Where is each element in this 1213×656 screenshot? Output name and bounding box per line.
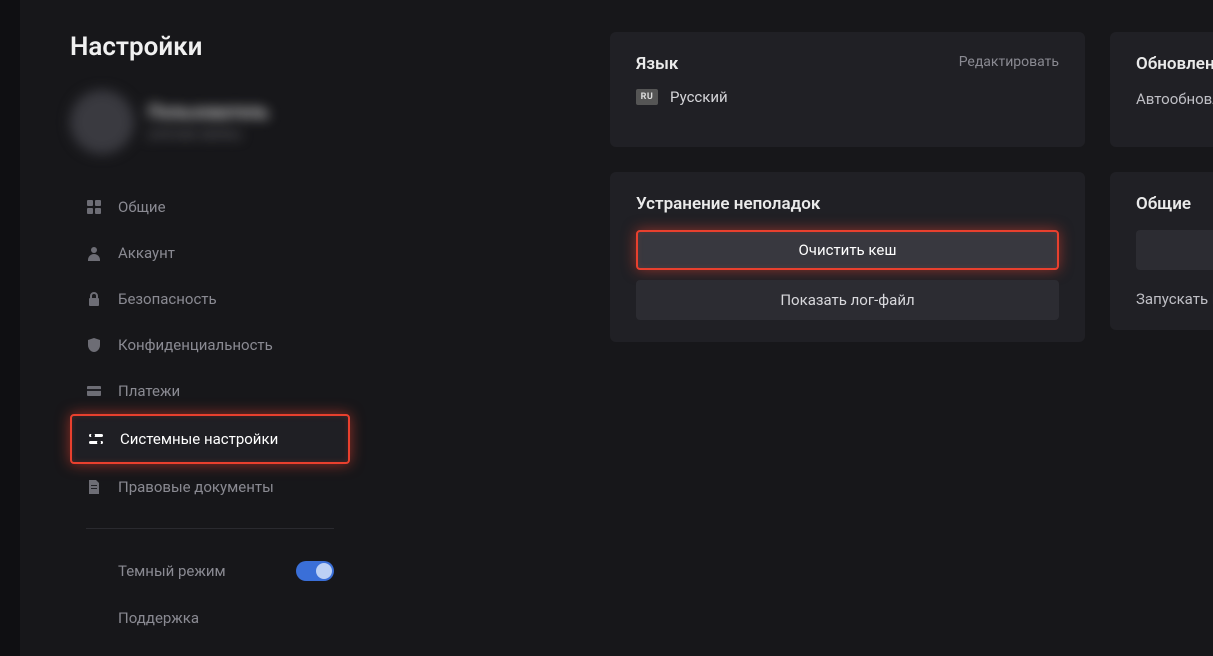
- sidebar-item-legal[interactable]: Правовые документы: [70, 464, 350, 510]
- sliders-icon: [88, 431, 104, 447]
- profile-name: Пользователь: [148, 102, 269, 123]
- card-language: Язык Редактировать RU Русский: [610, 32, 1085, 147]
- page-title: Настройки: [70, 32, 350, 62]
- support-label: Поддержка: [118, 609, 199, 627]
- profile-info: Пользователь учетная запись: [148, 102, 269, 142]
- sidebar-item-privacy[interactable]: Конфиденциальность: [70, 322, 350, 368]
- card-general-title: Общие: [1136, 194, 1213, 214]
- sidebar-item-label: Аккаунт: [118, 244, 175, 262]
- profile-block[interactable]: Пользователь учетная запись: [70, 90, 350, 154]
- clear-cache-button[interactable]: Очистить кеш: [636, 230, 1059, 270]
- general-input[interactable]: [1136, 230, 1213, 270]
- dark-mode-toggle[interactable]: [296, 561, 334, 581]
- card-update-title: Обновление: [1136, 54, 1213, 74]
- nav-divider: [86, 528, 334, 529]
- launch-label: Запускать Р: [1136, 290, 1213, 308]
- user-icon: [86, 245, 102, 261]
- card-update: Обновление Автообновление: [1110, 32, 1213, 147]
- card-icon: [86, 383, 102, 399]
- toggle-knob: [316, 563, 332, 579]
- sidebar-item-system-settings[interactable]: Системные настройки: [70, 414, 350, 464]
- moon-icon: [86, 563, 102, 579]
- card-troubleshoot: Устранение неполадок Очистить кеш Показа…: [610, 172, 1085, 342]
- language-value: Русский: [670, 88, 728, 106]
- card-language-title: Язык: [636, 54, 678, 74]
- settings-sidebar: Настройки Пользователь учетная запись Об…: [70, 32, 350, 641]
- sidebar-item-payments[interactable]: Платежи: [70, 368, 350, 414]
- sidebar-item-label: Конфиденциальность: [118, 336, 273, 354]
- sidebar-item-label: Безопасность: [118, 290, 217, 308]
- dark-mode-label: Темный режим: [118, 562, 226, 580]
- sidebar-item-label: Правовые документы: [118, 478, 274, 496]
- grid-icon: [86, 199, 102, 215]
- lock-icon: [86, 291, 102, 307]
- app-rail: [0, 0, 20, 656]
- sidebar-item-account[interactable]: Аккаунт: [70, 230, 350, 276]
- language-badge: RU: [636, 89, 658, 105]
- settings-nav: Общие Аккаунт Безопасность Конфиденциаль…: [70, 184, 350, 641]
- card-general: Общие Запускать Р: [1110, 172, 1213, 330]
- document-icon: [86, 479, 102, 495]
- sidebar-item-support[interactable]: Поддержка: [70, 595, 350, 641]
- show-log-button[interactable]: Показать лог-файл: [636, 280, 1059, 320]
- language-edit-link[interactable]: Редактировать: [959, 54, 1059, 70]
- sidebar-item-label: Платежи: [118, 382, 180, 400]
- sidebar-item-general[interactable]: Общие: [70, 184, 350, 230]
- sidebar-item-security[interactable]: Безопасность: [70, 276, 350, 322]
- sidebar-item-label: Общие: [118, 198, 166, 216]
- language-row: RU Русский: [636, 88, 1059, 106]
- profile-subtitle: учетная запись: [148, 127, 269, 142]
- shield-icon: [86, 337, 102, 353]
- autoupdate-label: Автообновление: [1136, 90, 1213, 108]
- sidebar-item-label: Системные настройки: [120, 430, 278, 448]
- avatar: [70, 90, 134, 154]
- card-troubleshoot-title: Устранение неполадок: [636, 194, 1059, 214]
- dark-mode-row: Темный режим: [70, 547, 350, 595]
